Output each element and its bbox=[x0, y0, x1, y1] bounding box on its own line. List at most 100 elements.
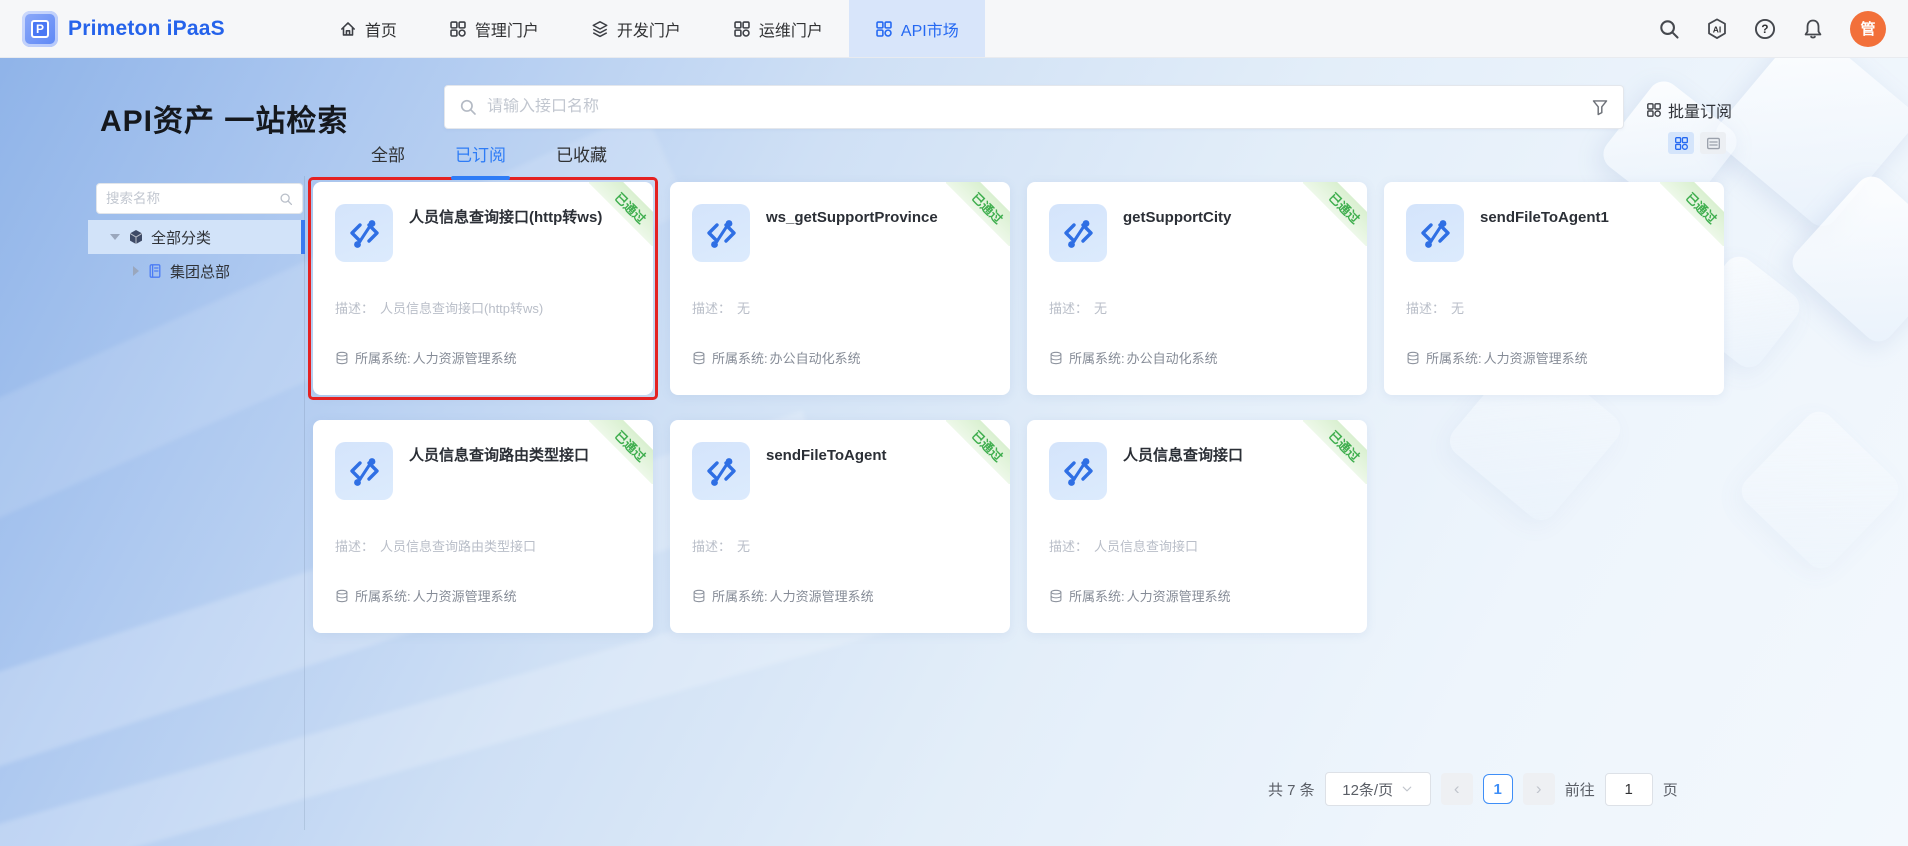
nav-item-home[interactable]: 首页 bbox=[313, 0, 423, 57]
tab-all[interactable]: 全部 bbox=[371, 141, 405, 174]
card-header: getSupportCity bbox=[1049, 204, 1345, 262]
description-value: 人员信息查询路由类型接口 bbox=[380, 539, 536, 554]
grid-icon bbox=[1646, 102, 1662, 118]
api-name: sendFileToAgent1 bbox=[1480, 204, 1609, 262]
api-search-bar[interactable] bbox=[444, 85, 1624, 129]
bg-cube bbox=[1735, 405, 1905, 575]
ai-assistant-icon[interactable] bbox=[1706, 18, 1728, 40]
api-glyph-icon bbox=[346, 215, 382, 251]
api-description: 描述：无 bbox=[692, 536, 988, 555]
notification-bell-icon[interactable] bbox=[1802, 18, 1824, 40]
brand-logo-icon: P bbox=[22, 11, 58, 47]
nav-item-label: API市场 bbox=[901, 17, 959, 41]
system-label: 所属系统: bbox=[712, 586, 768, 605]
tree-item-all-categories[interactable]: 全部分类 bbox=[88, 220, 305, 254]
layers-icon bbox=[591, 20, 609, 38]
description-value: 人员信息查询接口 bbox=[1094, 539, 1198, 554]
grid-view-icon bbox=[1674, 136, 1689, 151]
api-system: 所属系统:人力资源管理系统 bbox=[1406, 348, 1588, 367]
api-card[interactable]: sendFileToAgent 描述：无 所属系统:人力资源管理系统 已通过 bbox=[670, 420, 1010, 633]
document-icon bbox=[147, 263, 163, 279]
api-name: 人员信息查询路由类型接口 bbox=[409, 442, 589, 500]
api-glyph-icon bbox=[1417, 215, 1453, 251]
main-menu: 首页 管理门户 开发门户 运维门户 API市场 bbox=[313, 0, 985, 57]
goto-page-input[interactable] bbox=[1605, 773, 1653, 806]
api-description: 描述： 无 bbox=[1049, 298, 1345, 317]
category-search-input[interactable] bbox=[106, 191, 273, 206]
nav-item-dev-portal[interactable]: 开发门户 bbox=[565, 0, 707, 57]
api-icon bbox=[335, 442, 393, 500]
api-description: 描述：无 bbox=[1406, 298, 1702, 317]
database-icon bbox=[692, 589, 706, 603]
system-label: 所属系统: bbox=[1069, 348, 1125, 367]
system-label: 所属系统: bbox=[355, 348, 411, 367]
system-label: 所属系统: bbox=[712, 348, 768, 367]
tab-favorites[interactable]: 已收藏 bbox=[556, 141, 607, 174]
description-value: 人员信息查询接口(http转ws) bbox=[380, 301, 543, 316]
prev-page-button[interactable]: ‹ bbox=[1441, 773, 1473, 805]
card-header: 人员信息查询路由类型接口 bbox=[335, 442, 631, 500]
page-title: API资产 一站检索 bbox=[100, 96, 348, 140]
card-view-button[interactable] bbox=[1668, 132, 1694, 154]
user-avatar[interactable]: 管 bbox=[1850, 11, 1886, 47]
api-glyph-icon bbox=[1060, 453, 1096, 489]
api-card[interactable]: ws_getSupportProvince 描述：无 所属系统:办公自动化系统 … bbox=[670, 182, 1010, 395]
system-value: 人力资源管理系统 bbox=[413, 586, 517, 605]
system-value: 人力资源管理系统 bbox=[770, 586, 874, 605]
system-value: 人力资源管理系统 bbox=[413, 348, 517, 367]
api-glyph-icon bbox=[346, 453, 382, 489]
nav-right-tools: 管 bbox=[1658, 11, 1908, 47]
api-card[interactable]: 人员信息查询接口 描述：人员信息查询接口 所属系统:人力资源管理系统 已通过 bbox=[1027, 420, 1367, 633]
search-icon[interactable] bbox=[1658, 18, 1680, 40]
api-card[interactable]: getSupportCity 描述：无 所属系统:办公自动化系统 已通过 bbox=[1027, 182, 1367, 395]
api-icon bbox=[1049, 442, 1107, 500]
database-icon bbox=[335, 589, 349, 603]
api-card[interactable]: 人员信息查询接口(http转ws) 描述：人员信息查询接口(http转ws) 所… bbox=[313, 182, 653, 395]
api-glyph-icon bbox=[1060, 215, 1096, 251]
page-size-select[interactable]: 12条/页 bbox=[1325, 772, 1431, 806]
help-icon[interactable] bbox=[1754, 18, 1776, 40]
nav-item-admin-portal[interactable]: 管理门户 bbox=[423, 0, 565, 57]
database-icon bbox=[1406, 351, 1420, 365]
brand-name: Primeton iPaaS bbox=[68, 17, 225, 41]
nav-item-label: 管理门户 bbox=[475, 17, 539, 41]
api-card[interactable]: 人员信息查询路由类型接口 描述：人员信息查询路由类型接口 所属系统:人力资源管理… bbox=[313, 420, 653, 633]
brand-logo[interactable]: P Primeton iPaaS bbox=[22, 11, 225, 47]
description-label: 描述： bbox=[1049, 301, 1088, 316]
view-toggle-group bbox=[1668, 132, 1726, 154]
tree-item-group-hq[interactable]: 集团总部 bbox=[88, 254, 305, 288]
filter-funnel-icon[interactable] bbox=[1591, 98, 1609, 116]
api-icon bbox=[692, 442, 750, 500]
api-search-input[interactable] bbox=[487, 98, 1581, 116]
page-size-value: 12条/页 bbox=[1342, 779, 1393, 800]
description-value: 无 bbox=[1094, 301, 1107, 316]
list-view-button[interactable] bbox=[1700, 132, 1726, 154]
tab-subscribed[interactable]: 已订阅 bbox=[455, 141, 506, 174]
api-system: 所属系统:人力资源管理系统 bbox=[1049, 586, 1231, 605]
batch-subscribe-button[interactable]: 批量订阅 bbox=[1646, 98, 1732, 122]
description-label: 描述： bbox=[1049, 539, 1088, 554]
caret-right-icon[interactable] bbox=[133, 266, 139, 276]
description-label: 描述： bbox=[692, 301, 731, 316]
search-icon bbox=[279, 192, 293, 206]
next-page-button[interactable]: › bbox=[1523, 773, 1555, 805]
page-number-1[interactable]: 1 bbox=[1483, 774, 1513, 804]
api-name: ws_getSupportProvince bbox=[766, 204, 938, 262]
description-value: 无 bbox=[1451, 301, 1464, 316]
system-value: 办公自动化系统 bbox=[1127, 348, 1218, 367]
search-icon bbox=[459, 98, 477, 116]
top-navigation-bar: P Primeton iPaaS 首页 管理门户 开发门户 运维门户 A bbox=[0, 0, 1908, 58]
system-label: 所属系统: bbox=[1426, 348, 1482, 367]
api-name: 人员信息查询接口 bbox=[1123, 442, 1243, 500]
cube-icon bbox=[128, 229, 144, 245]
caret-down-icon[interactable] bbox=[110, 234, 120, 240]
nav-item-ops-portal[interactable]: 运维门户 bbox=[707, 0, 849, 57]
bg-cube bbox=[1786, 170, 1908, 348]
api-card[interactable]: sendFileToAgent1 描述：无 所属系统:人力资源管理系统 已通过 bbox=[1384, 182, 1724, 395]
category-sidebar: 全部分类 集团总部 bbox=[88, 176, 305, 830]
nav-item-api-market[interactable]: API市场 bbox=[849, 0, 985, 57]
category-search-box[interactable] bbox=[96, 183, 303, 214]
card-header: 人员信息查询接口(http转ws) bbox=[335, 204, 631, 262]
api-icon bbox=[1049, 204, 1107, 262]
tree-item-label: 集团总部 bbox=[170, 261, 230, 282]
